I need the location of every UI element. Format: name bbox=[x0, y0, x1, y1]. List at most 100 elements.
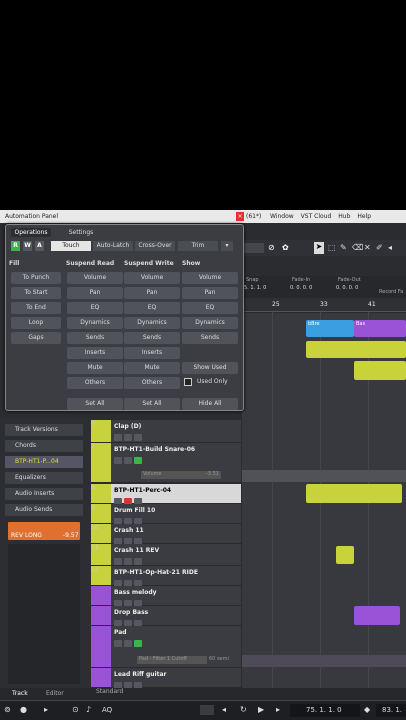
track-controls[interactable] bbox=[114, 640, 142, 647]
fade-in-value[interactable]: 0. 0. 0. 0 bbox=[290, 285, 312, 291]
suspend-read-others[interactable]: Others bbox=[67, 377, 123, 389]
metronome-icon[interactable]: ♪ bbox=[86, 705, 91, 714]
suspend-write-mute[interactable]: Mute bbox=[124, 362, 180, 374]
fill-loop-button[interactable]: Loop bbox=[11, 317, 61, 329]
track-row[interactable]: 9 Drum Fill 10 bbox=[91, 504, 241, 525]
suspend-read-volume[interactable]: Volume bbox=[67, 272, 123, 284]
primary-time-display[interactable]: 75. 1. 1. 0 bbox=[290, 704, 360, 717]
suspend-write-others[interactable]: Others bbox=[124, 377, 180, 389]
time-format-icon[interactable]: ◆ bbox=[364, 705, 370, 714]
transport-dropdown[interactable] bbox=[200, 705, 214, 715]
all-toggle[interactable]: A bbox=[35, 241, 44, 251]
precount-icon[interactable]: ⊙ bbox=[72, 705, 79, 714]
track-row[interactable]: Drop Bass bbox=[91, 606, 241, 627]
punch-icon[interactable]: ▸ bbox=[44, 705, 48, 714]
menu-window[interactable]: Window bbox=[270, 213, 294, 220]
track-row[interactable]: 6 Clap (D) bbox=[91, 420, 241, 443]
audio-clip[interactable] bbox=[306, 341, 406, 358]
settings-icon[interactable]: ⊚ bbox=[4, 705, 11, 714]
show-pan[interactable]: Pan bbox=[182, 287, 238, 299]
inspector-audio-inserts[interactable]: Audio Inserts bbox=[5, 488, 83, 500]
audio-clip[interactable] bbox=[354, 606, 400, 625]
track-row[interactable]: Pad Pad - Filter 1 Cutoff 60 semi bbox=[91, 626, 241, 668]
automation-param[interactable]: Pad - Filter 1 Cutoff bbox=[137, 656, 207, 664]
fill-gaps-button[interactable]: Gaps bbox=[11, 332, 61, 344]
hide-all-button[interactable]: Hide All bbox=[182, 398, 238, 410]
record-mode-icon[interactable]: ● bbox=[20, 705, 27, 714]
show-used-button[interactable]: Show Used bbox=[182, 362, 238, 374]
suspend-read-set-all[interactable]: Set All bbox=[67, 398, 123, 410]
range-tool-icon[interactable]: ⬚ bbox=[328, 243, 336, 252]
audio-clip[interactable] bbox=[336, 546, 354, 564]
pointer-tool-icon[interactable]: ➤ bbox=[314, 242, 324, 254]
track-row[interactable]: 10 Crash 11 bbox=[91, 524, 241, 545]
mode-touch[interactable]: Touch bbox=[51, 241, 91, 251]
play-icon[interactable]: ▶ bbox=[258, 705, 264, 714]
tab-operations[interactable]: Operations bbox=[11, 228, 51, 237]
suspend-read-eq[interactable]: EQ bbox=[67, 302, 123, 314]
play-tool-icon[interactable]: ◂ bbox=[388, 243, 392, 252]
track-controls[interactable] bbox=[114, 434, 142, 441]
track-row-selected[interactable]: 8 BTP-HT1-Perc-04 bbox=[91, 484, 241, 505]
toolbar-dropdown[interactable] bbox=[244, 243, 264, 253]
track-controls[interactable] bbox=[114, 457, 142, 464]
audio-clip[interactable]: Bas bbox=[354, 320, 406, 337]
track-row[interactable]: 11 Crash 11 REV bbox=[91, 544, 241, 566]
tab-settings[interactable]: Settings bbox=[61, 228, 101, 237]
track-row[interactable]: Lead Riff guitar bbox=[91, 668, 241, 689]
inspector-track-versions[interactable]: Track Versions bbox=[5, 424, 83, 436]
suspend-write-dynamics[interactable]: Dynamics bbox=[124, 317, 180, 329]
split-tool-icon[interactable]: ✎ bbox=[340, 243, 347, 252]
audio-clip[interactable]: bBre bbox=[306, 320, 354, 337]
suspend-read-mute[interactable]: Mute bbox=[67, 362, 123, 374]
secondary-time-display[interactable]: 83. 1. bbox=[376, 704, 406, 717]
menu-vst-cloud[interactable]: VST Cloud bbox=[301, 213, 332, 220]
inspector-equalizers[interactable]: Equalizers bbox=[5, 472, 83, 484]
auto-quantize-button[interactable]: AQ bbox=[102, 706, 112, 714]
show-dynamics[interactable]: Dynamics bbox=[182, 317, 238, 329]
show-eq[interactable]: EQ bbox=[182, 302, 238, 314]
audio-clip[interactable] bbox=[354, 361, 406, 380]
suspend-read-sends[interactable]: Sends bbox=[67, 332, 123, 344]
inspector-chords[interactable]: Chords bbox=[5, 440, 83, 452]
show-volume[interactable]: Volume bbox=[182, 272, 238, 284]
used-only-checkbox[interactable] bbox=[184, 378, 192, 386]
tab-track[interactable]: Track bbox=[12, 690, 28, 697]
suspend-write-set-all[interactable]: Set All bbox=[124, 398, 180, 410]
suspend-write-inserts[interactable]: Inserts bbox=[124, 347, 180, 359]
zoom-tool-icon[interactable]: ✕ bbox=[364, 243, 371, 252]
inspector-audio-sends[interactable]: Audio Sends bbox=[5, 504, 83, 516]
loop-icon[interactable]: ↻ bbox=[240, 705, 247, 714]
track-row[interactable]: 7 BTP-HT1-Build Snare-06 Volume -3.51 bbox=[91, 443, 241, 483]
close-icon[interactable]: × bbox=[236, 212, 244, 221]
suspend-write-volume[interactable]: Volume bbox=[124, 272, 180, 284]
mode-auto-latch[interactable]: Auto-Latch bbox=[93, 241, 133, 251]
track-controls[interactable] bbox=[114, 558, 142, 565]
send-slot[interactable]: REV LONG -9.57 bbox=[8, 522, 80, 540]
write-toggle[interactable]: W bbox=[23, 241, 32, 251]
inspector-track-name[interactable]: BTP-HT1-P...04 bbox=[5, 456, 83, 468]
tab-editor[interactable]: Editor bbox=[46, 690, 64, 697]
rewind-icon[interactable]: ◂ bbox=[222, 705, 226, 714]
track-row[interactable]: 12 BTP-HT1-Op-Hat-21 RIDE bbox=[91, 566, 241, 587]
suspend-read-inserts[interactable]: Inserts bbox=[67, 347, 123, 359]
audio-clip[interactable] bbox=[306, 484, 402, 503]
mode-cross-over[interactable]: Cross-Over bbox=[135, 241, 175, 251]
timeline-ruler[interactable]: 25 33 41 bbox=[242, 298, 406, 312]
menu-help[interactable]: Help bbox=[357, 213, 371, 220]
mode-dropdown-icon[interactable]: ▾ bbox=[221, 241, 233, 251]
fill-to-end-button[interactable]: To End bbox=[11, 302, 61, 314]
snap-icon[interactable]: ⊘ bbox=[268, 243, 278, 253]
suspend-read-pan[interactable]: Pan bbox=[67, 287, 123, 299]
show-sends[interactable]: Sends bbox=[182, 332, 238, 344]
fill-to-start-button[interactable]: To Start bbox=[11, 287, 61, 299]
color-icon[interactable]: ✿ bbox=[282, 243, 292, 253]
snap-value[interactable]: 5. 1. 1. 0 bbox=[244, 285, 266, 291]
draw-tool-icon[interactable]: ✐ bbox=[376, 243, 383, 252]
track-row[interactable]: Bass melody bbox=[91, 586, 241, 607]
suspend-write-eq[interactable]: EQ bbox=[124, 302, 180, 314]
suspend-read-dynamics[interactable]: Dynamics bbox=[67, 317, 123, 329]
read-toggle[interactable]: R bbox=[11, 241, 20, 251]
suspend-write-pan[interactable]: Pan bbox=[124, 287, 180, 299]
mode-trim[interactable]: Trim bbox=[178, 241, 218, 251]
